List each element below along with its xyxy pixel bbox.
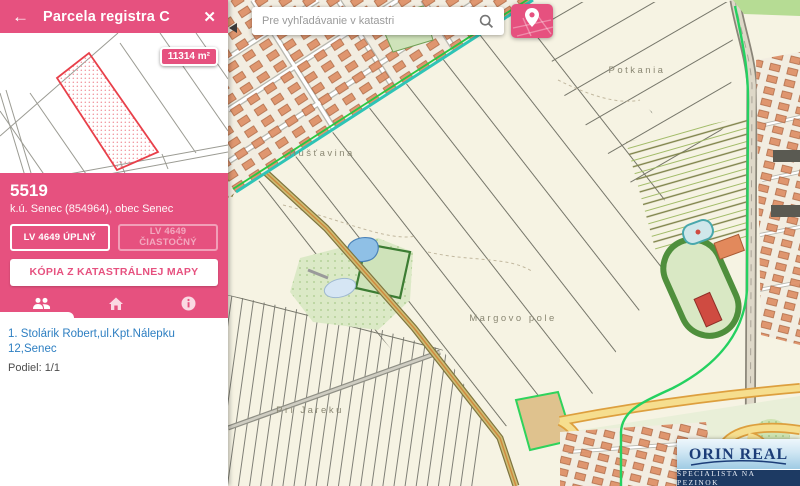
app-window: ← Parcela registra C ✕: [0, 0, 800, 486]
logo-bottom-band: ŠPECIALISTA NA PEZINOK: [677, 469, 800, 486]
parcel-detail-sidebar: ← Parcela registra C ✕: [0, 0, 228, 486]
owner-share: Podiel: 1/1: [8, 362, 220, 374]
info-tab-icon[interactable]: [181, 296, 196, 311]
logo-top-band: ORIN REAL: [677, 439, 800, 469]
area-badge: 11314 m²: [160, 47, 218, 66]
parcel-number: 5519: [10, 181, 218, 201]
logo-tagline: ŠPECIALISTA NA PEZINOK: [677, 469, 800, 486]
map-pin-icon: [525, 8, 539, 27]
home-tab-icon[interactable]: [108, 296, 124, 311]
lv-full-button[interactable]: LV 4649 ÚPLNÝ: [10, 224, 110, 251]
search-bar: [252, 7, 504, 35]
label-potkania: Potkania: [609, 65, 666, 76]
map-area: Hušťavina Potkania Margovo pole Pri Jare…: [228, 0, 800, 486]
label-margovo-pole: Margovo pole: [469, 313, 557, 324]
active-tab-indicator: [0, 312, 74, 318]
logo-swoosh: [687, 459, 790, 467]
owners-tab-icon[interactable]: [32, 297, 51, 311]
label-hustavina: Hušťavina: [289, 148, 355, 159]
cadastral-map[interactable]: Hušťavina Potkania Margovo pole Pri Jare…: [228, 0, 800, 486]
owner-link[interactable]: 1. Stolárik Robert,ul.Kpt.Nálepku 12,Sen…: [8, 327, 220, 357]
sidebar-header: ← Parcela registra C ✕: [0, 0, 228, 33]
parcel-subtitle: k.ú. Senec (854964), obec Senec: [10, 203, 218, 215]
cadastral-map-copy-button[interactable]: KÓPIA Z KATASTRÁLNEJ MAPY: [10, 259, 218, 286]
label-pri-jarku: Pri Jareku: [276, 405, 344, 416]
close-icon[interactable]: ✕: [203, 8, 216, 26]
lv-partial-button[interactable]: LV 4649 ČIASTOČNÝ: [118, 224, 218, 251]
back-icon[interactable]: ←: [12, 8, 29, 25]
search-input[interactable]: [262, 15, 473, 27]
search-icon[interactable]: [479, 14, 494, 29]
parcel-info-panel: 5519 k.ú. Senec (854964), obec Senec LV …: [0, 173, 228, 318]
orin-real-logo: ORIN REAL ŠPECIALISTA NA PEZINOK: [677, 439, 800, 486]
sidebar-collapse-icon[interactable]: [229, 23, 237, 33]
page-title: Parcela registra C: [43, 9, 203, 25]
parcel-preview-map: 11314 m²: [0, 33, 228, 173]
urban-area-right: [756, 50, 800, 350]
map-mode-button[interactable]: [511, 4, 553, 38]
owners-section: 1. Stolárik Robert,ul.Kpt.Nálepku 12,Sen…: [0, 318, 228, 486]
